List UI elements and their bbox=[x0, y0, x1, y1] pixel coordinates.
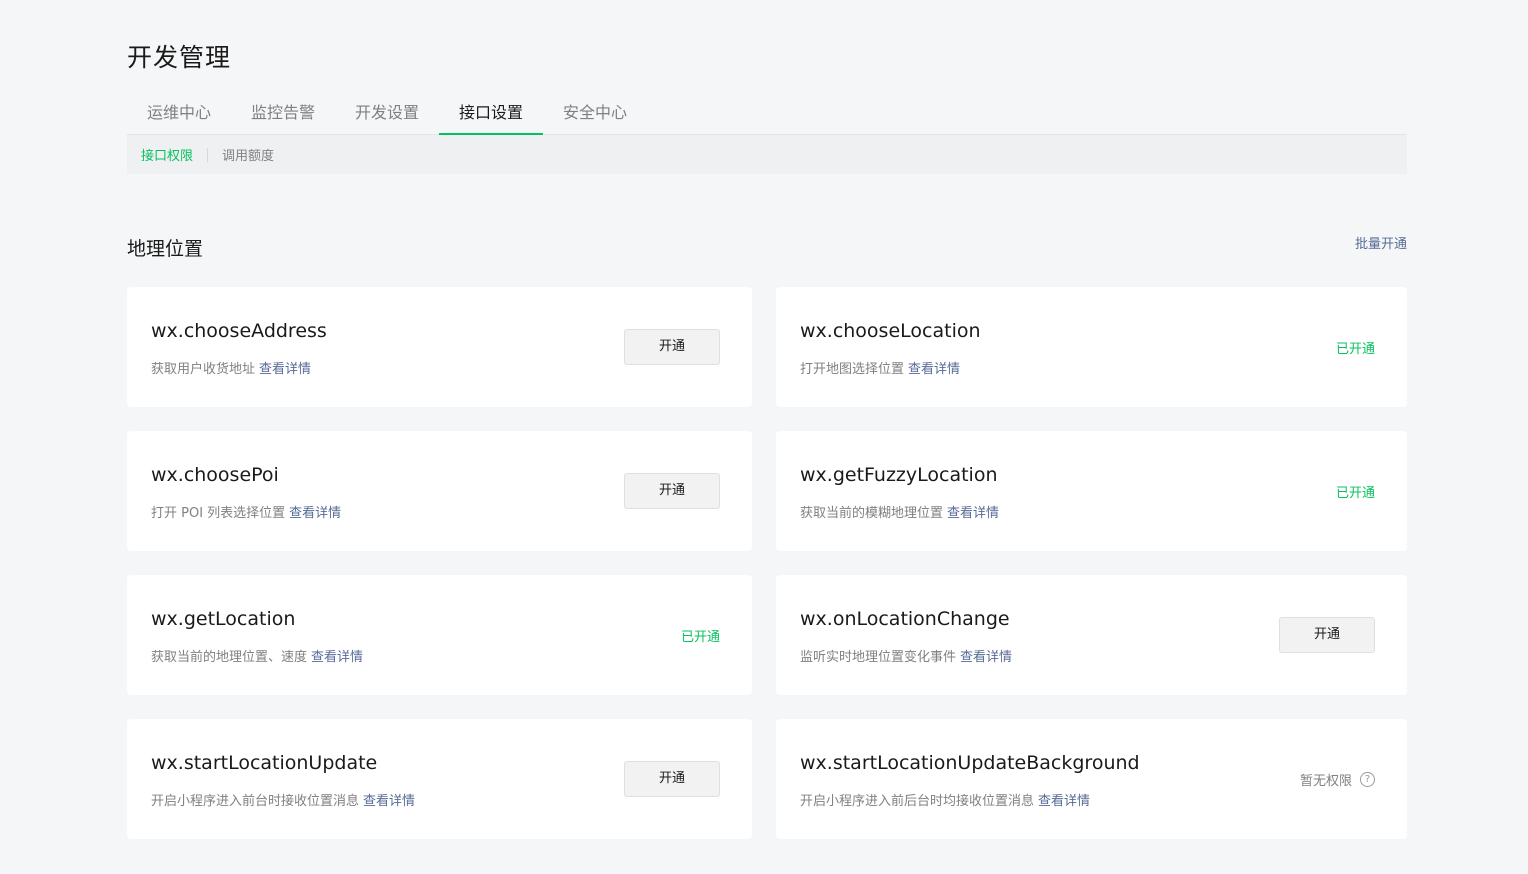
api-description-text: 打开 POI 列表选择位置 bbox=[151, 506, 286, 521]
api-name: wx.onLocationChange bbox=[800, 608, 1010, 630]
api-name: wx.getFuzzyLocation bbox=[800, 464, 998, 486]
api-description-text: 监听实时地理位置变化事件 bbox=[800, 650, 957, 665]
api-name: wx.startLocationUpdateBackground bbox=[800, 752, 1140, 774]
view-details-link[interactable]: 查看详情 bbox=[960, 650, 1012, 665]
subtab-call-quota[interactable]: 调用额度 bbox=[222, 145, 274, 164]
api-description-text: 开启小程序进入前后台时均接收位置消息 bbox=[800, 794, 1035, 809]
view-details-link[interactable]: 查看详情 bbox=[311, 650, 363, 665]
api-card: wx.chooseAddress 获取用户收货地址 查看详情 开通 bbox=[127, 287, 752, 407]
enabled-status: 已开通 bbox=[1335, 342, 1375, 357]
help-icon[interactable]: ? bbox=[1360, 772, 1375, 787]
api-card: wx.getLocation 获取当前的地理位置、速度 查看详情 已开通 bbox=[127, 575, 752, 695]
api-description: 打开 POI 列表选择位置 查看详情 bbox=[151, 502, 341, 521]
api-description-text: 打开地图选择位置 bbox=[800, 362, 905, 377]
main-tabs: 运维中心 监控告警 开发设置 接口设置 安全中心 bbox=[127, 94, 1407, 135]
api-name: wx.chooseLocation bbox=[800, 320, 981, 342]
api-name: wx.startLocationUpdate bbox=[151, 752, 378, 774]
section-title: 地理位置 bbox=[127, 238, 204, 260]
api-description-text: 获取当前的模糊地理位置 bbox=[800, 506, 944, 521]
view-details-link[interactable]: 查看详情 bbox=[289, 506, 341, 521]
no-permission-status: 暂无权限 ? bbox=[1300, 770, 1375, 789]
page-title: 开发管理 bbox=[127, 43, 232, 72]
enable-button[interactable]: 开通 bbox=[624, 329, 720, 365]
api-description: 获取当前的模糊地理位置 查看详情 bbox=[800, 502, 999, 521]
sub-tabs: 接口权限 调用额度 bbox=[127, 135, 1407, 174]
api-card: wx.choosePoi 打开 POI 列表选择位置 查看详情 开通 bbox=[127, 431, 752, 551]
api-name: wx.choosePoi bbox=[151, 464, 279, 486]
tab-security-center[interactable]: 安全中心 bbox=[543, 94, 647, 134]
api-description: 开启小程序进入前后台时均接收位置消息 查看详情 bbox=[800, 790, 1090, 809]
api-card: wx.chooseLocation 打开地图选择位置 查看详情 已开通 bbox=[776, 287, 1407, 407]
view-details-link[interactable]: 查看详情 bbox=[1038, 794, 1090, 809]
tab-dev-settings[interactable]: 开发设置 bbox=[335, 94, 439, 134]
page: 开发管理 运维中心 监控告警 开发设置 接口设置 安全中心 接口权限 调用额度 … bbox=[0, 0, 1528, 874]
enable-button[interactable]: 开通 bbox=[624, 473, 720, 509]
enabled-status: 已开通 bbox=[680, 630, 720, 645]
api-description: 开启小程序进入前台时接收位置消息 查看详情 bbox=[151, 790, 415, 809]
tab-api-settings[interactable]: 接口设置 bbox=[439, 94, 543, 135]
tab-monitoring-alerts[interactable]: 监控告警 bbox=[231, 94, 335, 134]
api-name: wx.chooseAddress bbox=[151, 320, 327, 342]
api-description: 打开地图选择位置 查看详情 bbox=[800, 358, 960, 377]
api-description-text: 开启小程序进入前台时接收位置消息 bbox=[151, 794, 360, 809]
api-description-text: 获取当前的地理位置、速度 bbox=[151, 650, 308, 665]
batch-enable-link[interactable]: 批量开通 bbox=[1355, 233, 1407, 252]
subtab-divider bbox=[207, 147, 209, 162]
no-permission-label: 暂无权限 bbox=[1299, 774, 1352, 789]
api-description: 获取当前的地理位置、速度 查看详情 bbox=[151, 646, 363, 665]
api-description-text: 获取用户收货地址 bbox=[151, 362, 256, 377]
api-description: 监听实时地理位置变化事件 查看详情 bbox=[800, 646, 1012, 665]
tab-ops-center[interactable]: 运维中心 bbox=[127, 94, 231, 134]
api-card: wx.startLocationUpdate 开启小程序进入前台时接收位置消息查… bbox=[127, 719, 752, 839]
api-card: wx.startLocationUpdateBackground 开启小程序进入… bbox=[776, 719, 1407, 839]
enable-button[interactable]: 开通 bbox=[1279, 617, 1375, 653]
enabled-status: 已开通 bbox=[1335, 486, 1375, 501]
api-card: wx.getFuzzyLocation 获取当前的模糊地理位置 查看详情 已开通 bbox=[776, 431, 1407, 551]
subtab-api-permissions[interactable]: 接口权限 bbox=[141, 145, 193, 164]
api-description: 获取用户收货地址 查看详情 bbox=[151, 358, 311, 377]
enable-button[interactable]: 开通 bbox=[624, 761, 720, 797]
api-card: wx.onLocationChange 监听实时地理位置变化事件 查看详情 开通 bbox=[776, 575, 1407, 695]
view-details-link[interactable]: 查看详情 bbox=[947, 506, 999, 521]
view-details-link[interactable]: 查看详情 bbox=[363, 794, 415, 809]
api-name: wx.getLocation bbox=[151, 608, 296, 630]
view-details-link[interactable]: 查看详情 bbox=[259, 362, 311, 377]
view-details-link[interactable]: 查看详情 bbox=[908, 362, 960, 377]
